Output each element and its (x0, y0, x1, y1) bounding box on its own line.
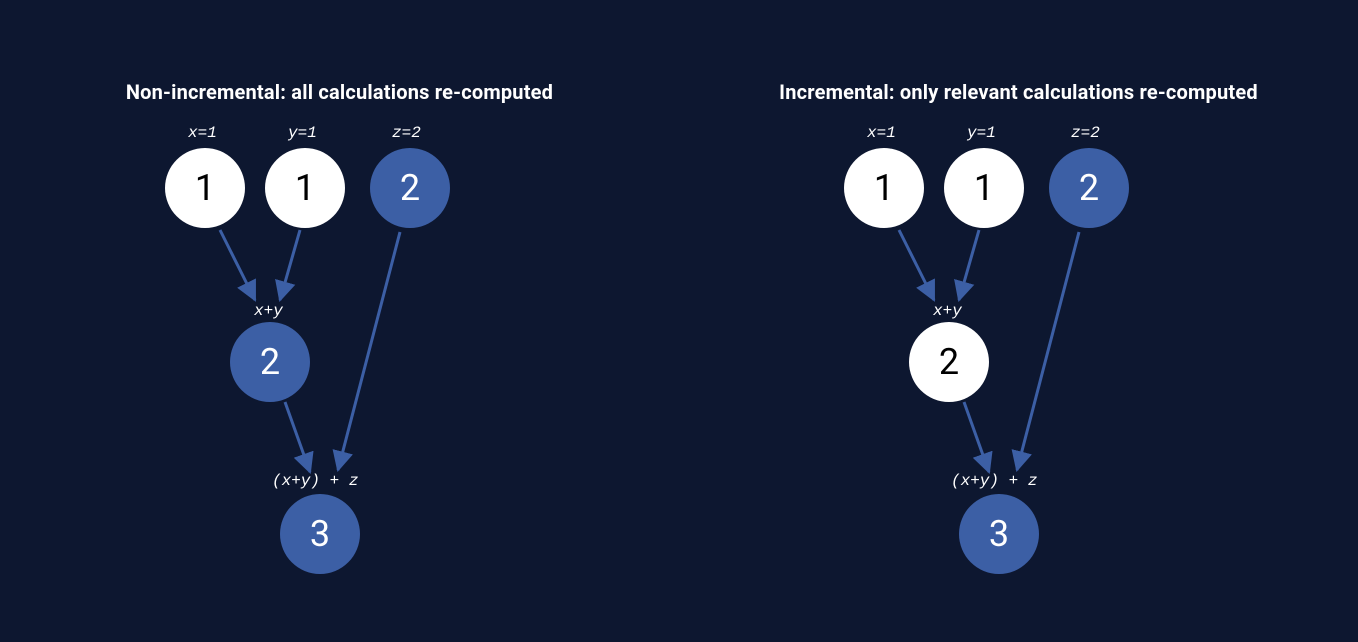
label-sum-left: (x+y) + z (272, 472, 358, 490)
node-xy-left: 2 (230, 322, 310, 402)
label-y-left: y=1 (288, 124, 317, 142)
panel-incremental: Incremental: only relevant calculations … (679, 0, 1358, 642)
node-z-right: 2 (1049, 148, 1129, 228)
panel-title-left: Non-incremental: all calculations re-com… (0, 80, 679, 104)
label-sum-right: (x+y) + z (951, 472, 1037, 490)
panel-non-incremental: Non-incremental: all calculations re-com… (0, 0, 679, 642)
node-xy-right: 2 (909, 322, 989, 402)
label-z-right: z=2 (1071, 124, 1100, 142)
label-y-right: y=1 (967, 124, 996, 142)
node-z-left: 2 (370, 148, 450, 228)
node-x-right: 1 (844, 148, 924, 228)
label-xy-right: x+y (933, 302, 962, 320)
node-sum-right: 3 (959, 494, 1039, 574)
node-y-left: 1 (265, 148, 345, 228)
label-x-left: x=1 (188, 124, 217, 142)
diagram-container: Non-incremental: all calculations re-com… (0, 0, 1358, 642)
node-x-left: 1 (165, 148, 245, 228)
label-x-right: x=1 (867, 124, 896, 142)
node-y-right: 1 (944, 148, 1024, 228)
label-z-left: z=2 (392, 124, 421, 142)
node-sum-left: 3 (280, 494, 360, 574)
panel-title-right: Incremental: only relevant calculations … (679, 80, 1358, 104)
label-xy-left: x+y (254, 302, 283, 320)
